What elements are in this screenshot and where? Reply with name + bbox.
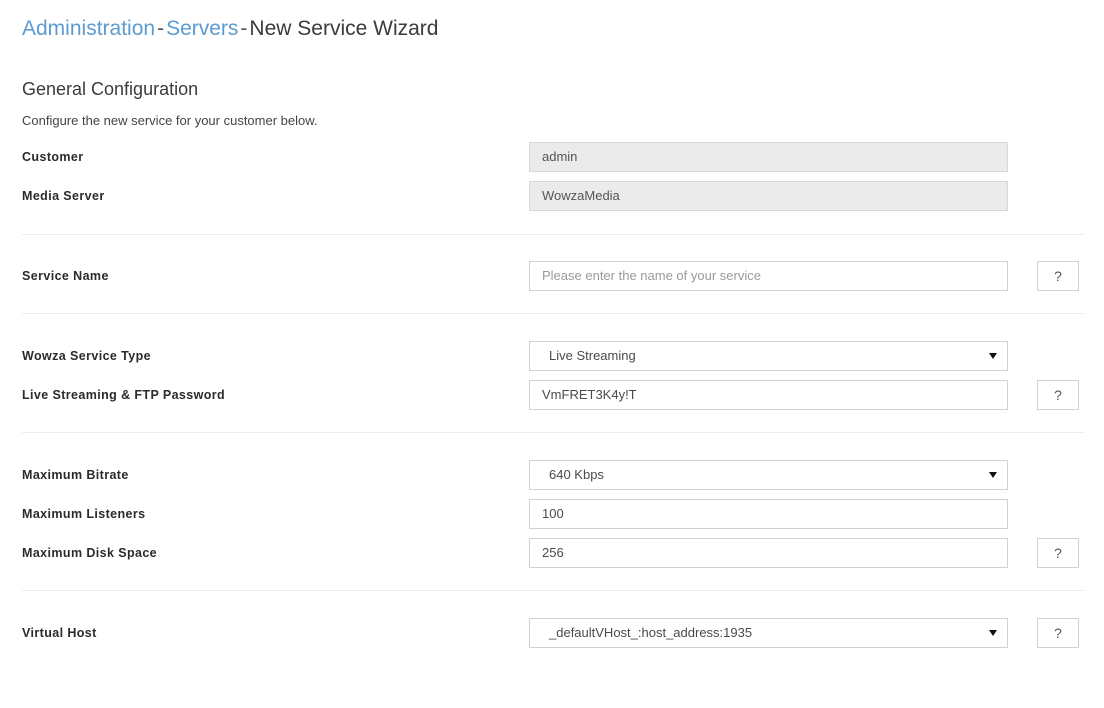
chevron-down-icon: [989, 630, 997, 636]
page-subtitle: Configure the new service for your custo…: [22, 113, 318, 128]
section-divider-2: [22, 313, 1085, 314]
breadcrumb-link-administration[interactable]: Administration: [22, 17, 155, 40]
form-row-max-bitrate: Maximum Bitrate 640 Kbps: [0, 460, 1104, 490]
label-password: Live Streaming & FTP Password: [22, 388, 226, 402]
new-service-wizard-page: Administration-Servers-New Service Wizar…: [0, 0, 1104, 708]
section-divider-4: [22, 590, 1085, 591]
help-button-max-disk-space[interactable]: ?: [1037, 538, 1079, 568]
form-row-max-disk-space: Maximum Disk Space 256 ?: [0, 538, 1104, 568]
password-input[interactable]: VmFRET3K4y!T: [529, 380, 1008, 410]
help-button-service-name[interactable]: ?: [1037, 261, 1079, 291]
media-server-field: WowzaMedia: [529, 181, 1008, 211]
form-row-media-server: Media Server WowzaMedia: [0, 181, 1104, 211]
chevron-down-icon: [989, 472, 997, 478]
form-row-service-type: Wowza Service Type Live Streaming: [0, 341, 1104, 371]
service-type-value: Live Streaming: [549, 348, 636, 363]
form-row-max-listeners: Maximum Listeners 100: [0, 499, 1104, 529]
max-bitrate-select[interactable]: 640 Kbps: [529, 460, 1008, 490]
chevron-down-icon: [989, 353, 997, 359]
label-service-type: Wowza Service Type: [22, 349, 152, 363]
breadcrumb-separator-1: -: [157, 17, 165, 40]
label-max-bitrate: Maximum Bitrate: [22, 468, 129, 482]
help-button-virtual-host[interactable]: ?: [1037, 618, 1079, 648]
label-customer: Customer: [22, 150, 84, 164]
virtual-host-select[interactable]: _defaultVHost_:host_address:1935: [529, 618, 1008, 648]
section-divider-1: [22, 234, 1085, 235]
label-media-server: Media Server: [22, 189, 105, 203]
label-virtual-host: Virtual Host: [22, 626, 97, 640]
help-button-password[interactable]: ?: [1037, 380, 1079, 410]
virtual-host-value: _defaultVHost_:host_address:1935: [549, 625, 753, 640]
service-type-select[interactable]: Live Streaming: [529, 341, 1008, 371]
customer-field: admin: [529, 142, 1008, 172]
form-row-password: Live Streaming & FTP Password VmFRET3K4y…: [0, 380, 1104, 410]
section-divider-3: [22, 432, 1085, 433]
breadcrumb-separator-2: -: [240, 17, 248, 40]
label-max-disk-space: Maximum Disk Space: [22, 546, 158, 560]
breadcrumb-link-servers[interactable]: Servers: [166, 17, 238, 40]
max-bitrate-value: 640 Kbps: [549, 467, 604, 482]
form-row-customer: Customer admin: [0, 142, 1104, 172]
page-title: General Configuration: [22, 79, 199, 99]
form-row-virtual-host: Virtual Host _defaultVHost_:host_address…: [0, 618, 1104, 648]
breadcrumb: Administration-Servers-New Service Wizar…: [22, 15, 438, 43]
label-service-name: Service Name: [22, 269, 109, 283]
form-row-service-name: Service Name Please enter the name of yo…: [0, 261, 1104, 291]
label-max-listeners: Maximum Listeners: [22, 507, 146, 521]
breadcrumb-current-page: New Service Wizard: [249, 17, 439, 40]
max-disk-space-input[interactable]: 256: [529, 538, 1008, 568]
max-listeners-input[interactable]: 100: [529, 499, 1008, 529]
service-name-input[interactable]: Please enter the name of your service: [529, 261, 1008, 291]
